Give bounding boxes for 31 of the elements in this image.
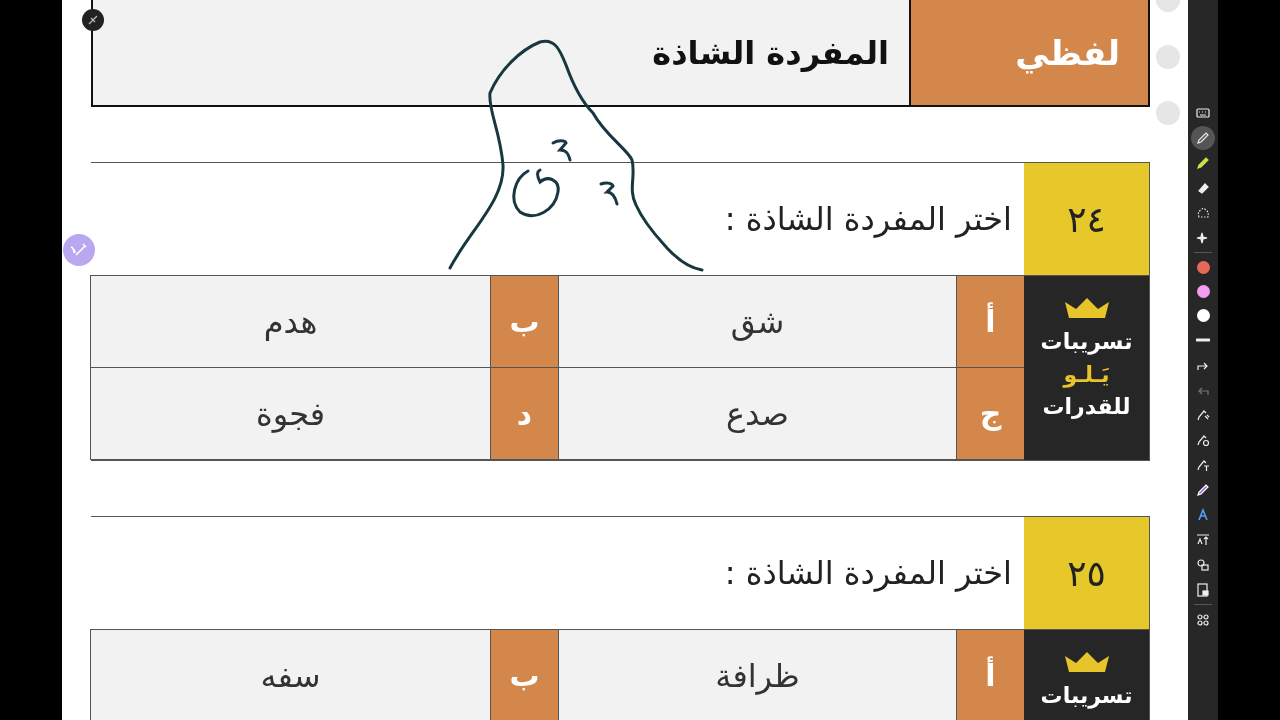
collapse-button[interactable]: [82, 9, 104, 31]
option-text[interactable]: شق: [558, 276, 956, 368]
color-swatch[interactable]: [1196, 260, 1210, 274]
question-number: ٢٥: [1024, 517, 1149, 630]
question-number: ٢٤: [1024, 163, 1149, 276]
logo-text: تسريبات: [1040, 682, 1133, 711]
logo-text: يَـلـو: [1063, 360, 1110, 390]
option-letter: أ: [956, 630, 1024, 720]
option-letter: ج: [956, 368, 1024, 460]
option-text[interactable]: صدع: [558, 368, 956, 460]
question-prompt: اختر المفردة الشاذة :: [90, 163, 1024, 276]
option-letter: د: [490, 368, 558, 460]
option-text[interactable]: فجوة: [90, 368, 490, 460]
logo-text: للقدرات: [1042, 393, 1131, 422]
option-text[interactable]: هدم: [90, 276, 490, 368]
option-letter: أ: [956, 276, 1024, 368]
option-letter: ب: [490, 630, 558, 720]
color-swatch[interactable]: [1196, 308, 1210, 322]
logo-text: تسريبات: [1040, 328, 1133, 357]
crown-icon: [1064, 298, 1109, 318]
scroll-dot: [1156, 101, 1180, 125]
collapse-icon: [88, 15, 98, 25]
option-letter: ب: [490, 276, 558, 368]
color-swatch[interactable]: [1196, 284, 1210, 298]
crown-icon: [1064, 652, 1109, 672]
section-title: المفردة الشاذة: [93, 0, 909, 105]
question-prompt: اختر المفردة الشاذة :: [90, 517, 1024, 630]
option-text[interactable]: ظرافة: [558, 630, 956, 720]
category-label: لفظي: [909, 0, 1148, 105]
option-text[interactable]: سفه: [90, 630, 490, 720]
scroll-dot: [1156, 45, 1180, 69]
